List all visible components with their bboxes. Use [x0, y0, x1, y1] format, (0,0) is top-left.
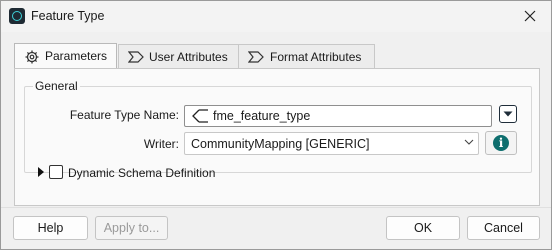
- close-icon: [524, 10, 536, 22]
- triangle-down-icon: [503, 111, 513, 117]
- general-group-title: General: [33, 79, 80, 93]
- cancel-button[interactable]: Cancel: [467, 216, 540, 240]
- attributes-icon: [128, 51, 144, 63]
- app-icon: [9, 8, 25, 24]
- feature-type-name-value: fme_feature_type: [213, 109, 311, 123]
- footer-divider: [1, 207, 551, 208]
- dynamic-schema-label: Dynamic Schema Definition: [68, 166, 216, 180]
- writer-select[interactable]: CommunityMapping [GENERIC]: [184, 132, 479, 155]
- help-button[interactable]: Help: [13, 216, 88, 240]
- dynamic-schema-checkbox[interactable]: [49, 165, 63, 179]
- tab-user-attributes-label: User Attributes: [149, 50, 228, 64]
- title-bar: Feature Type: [1, 1, 551, 32]
- general-group: [24, 86, 532, 173]
- ok-button[interactable]: OK: [386, 216, 460, 240]
- feature-type-dialog: Feature Type Parameters User Attributes: [0, 0, 552, 250]
- tab-format-attributes[interactable]: Format Attributes: [238, 44, 375, 68]
- dialog-title: Feature Type: [31, 9, 105, 23]
- divider: [217, 172, 517, 173]
- writer-value: CommunityMapping [GENERIC]: [191, 137, 370, 151]
- feature-type-name-input[interactable]: fme_feature_type: [184, 105, 492, 127]
- tab-user-attributes[interactable]: User Attributes: [118, 44, 239, 68]
- tab-format-attributes-label: Format Attributes: [270, 50, 362, 64]
- expand-triangle-icon[interactable]: [38, 167, 44, 177]
- writer-label: Writer:: [143, 137, 179, 151]
- feature-type-dropdown-button[interactable]: [499, 105, 517, 123]
- feature-type-name-label: Feature Type Name:: [69, 108, 179, 122]
- tab-parameters-label: Parameters: [45, 49, 108, 63]
- writer-info-button[interactable]: i: [485, 131, 517, 155]
- gear-icon: [25, 50, 39, 64]
- tab-parameters[interactable]: Parameters: [14, 43, 117, 69]
- chevron-down-icon: [464, 139, 474, 145]
- info-icon: i: [493, 135, 509, 151]
- feature-type-icon: [192, 109, 208, 123]
- close-button[interactable]: [519, 6, 541, 26]
- apply-to-button[interactable]: Apply to...: [95, 216, 168, 240]
- attributes-icon: [248, 51, 264, 63]
